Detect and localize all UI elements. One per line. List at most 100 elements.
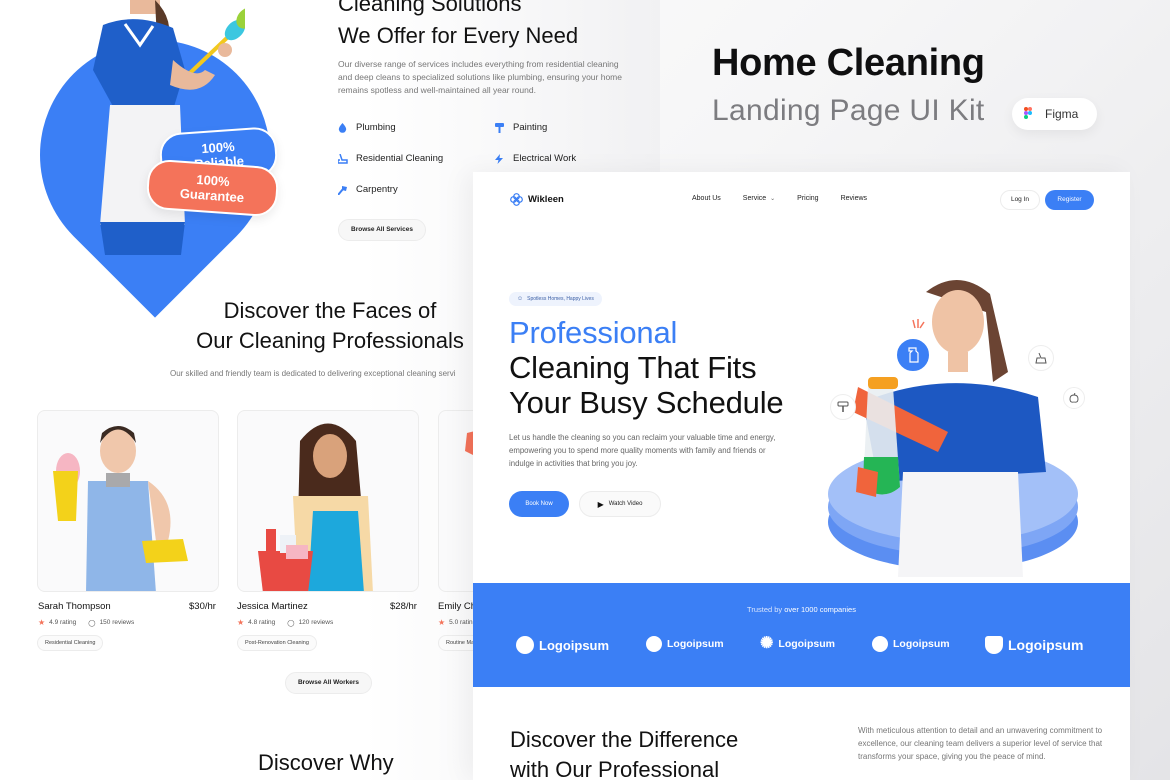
main-nav: About Us Service ⌄ Pricing Reviews bbox=[692, 195, 867, 202]
services-title-line2: We Offer for Every Need bbox=[338, 23, 579, 48]
difference-title: Discover the Difference with Our Profess… bbox=[510, 725, 738, 780]
worker-specialty-tag: Post-Renovation Cleaning bbox=[237, 635, 317, 651]
brush-icon bbox=[1028, 345, 1054, 371]
register-button[interactable]: Register bbox=[1045, 190, 1094, 210]
paint-roller-icon bbox=[830, 394, 856, 420]
maid-with-duster-image bbox=[93, 0, 245, 255]
worker-card-photo[interactable] bbox=[37, 410, 219, 592]
service-item-plumbing[interactable]: Plumbing bbox=[338, 122, 396, 133]
water-drop-icon bbox=[338, 123, 347, 133]
clover-logo-icon bbox=[646, 636, 662, 652]
lightning-icon bbox=[495, 154, 504, 164]
browse-all-services-button[interactable]: Browse All Services bbox=[338, 219, 426, 241]
browse-all-workers-button[interactable]: Browse All Workers bbox=[285, 672, 372, 694]
watch-video-button[interactable]: ▶ Watch Video bbox=[579, 491, 661, 517]
difference-title-line2: with Our Professional bbox=[510, 757, 720, 780]
hero-title-line3: Your Busy Schedule bbox=[509, 385, 784, 420]
services-title-line1: Cleaning Solutions bbox=[338, 0, 522, 16]
star-icon: ★ bbox=[38, 618, 46, 627]
worker-reviews: 120 reviews bbox=[298, 619, 334, 626]
hero-title-line2: Cleaning That Fits bbox=[509, 350, 757, 385]
trusted-by-band: Trusted by over 1000 companies Logoipsum… bbox=[473, 583, 1130, 687]
kit-subtitle: Landing Page UI Kit bbox=[712, 94, 985, 127]
team-section-title: Discover the Faces of Our Cleaning Profe… bbox=[160, 296, 500, 356]
flower-logo-icon bbox=[510, 193, 523, 206]
hero-chip: ☺ Spotless Homes, Happy Lives bbox=[509, 292, 602, 306]
hero-title-accent: Professional bbox=[509, 315, 678, 350]
service-item-carpentry[interactable]: Carpentry bbox=[337, 184, 398, 196]
nav-service[interactable]: Service ⌄ bbox=[743, 195, 775, 202]
partner-logo-label: Logoipsum bbox=[893, 638, 950, 650]
paint-roller-icon bbox=[495, 123, 504, 133]
front-landing-page: Wikleen About Us Service ⌄ Pricing Revie… bbox=[473, 172, 1130, 780]
hero-chip-label: Spotless Homes, Happy Lives bbox=[527, 296, 594, 302]
nav-about-us[interactable]: About Us bbox=[692, 195, 721, 202]
trusted-prefix: Trusted by bbox=[747, 605, 785, 614]
services-description: Our diverse range of services includes e… bbox=[338, 59, 622, 95]
drop-logo-icon bbox=[516, 636, 534, 654]
chevron-down-icon: ⌄ bbox=[770, 196, 776, 202]
book-now-button[interactable]: Book Now bbox=[509, 491, 569, 517]
trusted-highlight: over 1000 companies bbox=[784, 605, 856, 614]
brand-logo[interactable]: Wikleen bbox=[510, 193, 564, 206]
worker-meta: ★ 4.8 rating ◯ 120 reviews bbox=[237, 618, 333, 627]
service-label: Electrical Work bbox=[513, 153, 577, 164]
partner-logo: Logoipsum bbox=[872, 636, 950, 652]
service-item-painting[interactable]: Painting bbox=[495, 122, 547, 133]
team-section-subtitle: Our skilled and friendly team is dedicat… bbox=[170, 369, 456, 378]
worker-rate: $30/hr bbox=[189, 601, 216, 612]
hero-maid-illustration bbox=[828, 279, 1078, 577]
worker-rating: 4.8 rating bbox=[248, 619, 276, 626]
worker-rating: 5.0 ratin bbox=[449, 619, 473, 626]
apple-icon bbox=[1063, 387, 1085, 409]
service-item-residential-cleaning[interactable]: Residential Cleaning bbox=[337, 153, 443, 164]
worker-meta: ★ 4.9 rating ◯ 150 reviews bbox=[38, 618, 134, 627]
why-section-title: Discover Why bbox=[258, 750, 394, 775]
sparkle-lines-icon bbox=[912, 319, 925, 329]
team-title-line1: Discover the Faces of bbox=[223, 298, 437, 323]
hammer-icon bbox=[337, 185, 347, 196]
worker-rating: 4.9 rating bbox=[49, 619, 77, 626]
smile-icon: ☺ bbox=[517, 296, 524, 302]
guarantee-badge: 100% Guarantee bbox=[145, 158, 280, 218]
service-label: Carpentry bbox=[356, 184, 398, 195]
spray-bottle-icon bbox=[894, 336, 932, 374]
partner-logo: ✺ Logoipsum bbox=[760, 636, 835, 652]
partner-logo: Logoipsum bbox=[985, 636, 1083, 654]
nav-reviews[interactable]: Reviews bbox=[841, 195, 867, 202]
partner-logo-label: Logoipsum bbox=[1008, 637, 1084, 653]
kit-title: Home Cleaning bbox=[712, 42, 985, 84]
worker-specialty-tag: Residential Cleaning bbox=[37, 635, 104, 651]
watch-video-label: Watch Video bbox=[608, 501, 643, 507]
worker-name: Emily Ch bbox=[438, 601, 477, 612]
service-label: Painting bbox=[513, 122, 548, 133]
service-item-electrical-work[interactable]: Electrical Work bbox=[495, 153, 576, 164]
login-button[interactable]: Log In bbox=[1000, 190, 1040, 210]
shield-logo-icon bbox=[985, 636, 1003, 654]
chat-bubble-icon: ◯ bbox=[88, 619, 96, 627]
worker-reviews: 150 reviews bbox=[99, 619, 135, 626]
brand-name: Wikleen bbox=[528, 194, 564, 205]
bolt-logo-icon bbox=[872, 636, 888, 652]
figma-label: Figma bbox=[1045, 107, 1079, 121]
sunburst-logo-icon: ✺ bbox=[760, 635, 774, 652]
worker-photo-sarah bbox=[53, 426, 188, 591]
hero-title: Professional Cleaning That Fits Your Bus… bbox=[509, 315, 784, 420]
partner-logo-label: Logoipsum bbox=[667, 638, 724, 650]
worker-rate: $28/hr bbox=[390, 601, 417, 612]
worker-photo-jessica bbox=[258, 423, 373, 591]
trusted-by-text: Trusted by over 1000 companies bbox=[473, 605, 1130, 614]
service-label: Plumbing bbox=[356, 122, 396, 133]
services-title: Cleaning Solutions We Offer for Every Ne… bbox=[338, 0, 578, 52]
play-icon: ▶ bbox=[597, 499, 604, 509]
nav-pricing[interactable]: Pricing bbox=[797, 195, 818, 202]
worker-meta: ★ 5.0 ratin bbox=[438, 618, 473, 627]
hero-description: Let us handle the cleaning so you can re… bbox=[509, 433, 776, 468]
partner-logo: Logoipsum bbox=[516, 636, 609, 654]
chat-bubble-icon: ◯ bbox=[287, 619, 295, 627]
worker-card-photo[interactable] bbox=[237, 410, 419, 592]
partner-logo-label: Logoipsum bbox=[778, 638, 835, 650]
worker-name: Jessica Martinez bbox=[237, 601, 308, 612]
figma-icon bbox=[1019, 105, 1037, 123]
figma-badge: Figma bbox=[1012, 98, 1097, 130]
